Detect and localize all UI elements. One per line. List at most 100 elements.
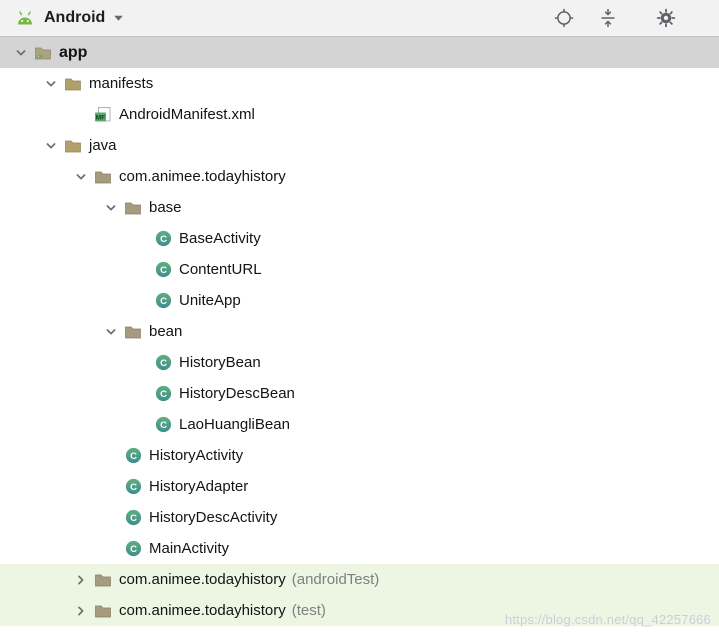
class-icon: C xyxy=(124,540,142,558)
node-label: bean xyxy=(149,316,182,347)
tree-row[interactable]: manifests xyxy=(0,68,719,99)
chevron-spacer xyxy=(98,448,124,464)
gear-icon xyxy=(656,8,676,28)
node-label: MainActivity xyxy=(149,533,229,564)
tree-row[interactable]: C MainActivity xyxy=(0,533,719,564)
chevron-down-icon[interactable] xyxy=(8,45,34,61)
target-icon xyxy=(554,8,574,28)
tree-row[interactable]: app xyxy=(0,37,719,68)
node-label: UniteApp xyxy=(179,285,241,316)
class-icon: C xyxy=(124,509,142,527)
node-label: ContentURL xyxy=(179,254,262,285)
tree-row[interactable]: C HistoryAdapter xyxy=(0,471,719,502)
collapse-all-icon xyxy=(598,8,618,28)
tree-row[interactable]: C HistoryActivity xyxy=(0,440,719,471)
class-icon: C xyxy=(154,354,172,372)
chevron-spacer xyxy=(128,417,154,433)
settings-button[interactable] xyxy=(653,5,679,31)
tree-row[interactable]: C ContentURL xyxy=(0,254,719,285)
node-label: HistoryAdapter xyxy=(149,471,248,502)
node-label: HistoryBean xyxy=(179,347,261,378)
node-label: java xyxy=(89,130,117,161)
node-label: HistoryActivity xyxy=(149,440,243,471)
class-icon: C xyxy=(124,447,142,465)
node-suffix: (test) xyxy=(292,602,326,619)
package-icon xyxy=(94,602,112,620)
svg-text:C: C xyxy=(160,420,167,431)
class-icon: C xyxy=(154,292,172,310)
svg-text:C: C xyxy=(130,482,137,493)
svg-text:C: C xyxy=(160,234,167,245)
tree-row[interactable]: C UniteApp xyxy=(0,285,719,316)
node-label: BaseActivity xyxy=(179,223,261,254)
package-icon xyxy=(94,168,112,186)
node-label: com.animee.todayhistory xyxy=(119,595,286,626)
svg-text:C: C xyxy=(130,513,137,524)
node-label: manifests xyxy=(89,68,153,99)
chevron-spacer xyxy=(128,262,154,278)
node-label: com.animee.todayhistory xyxy=(119,564,286,595)
chevron-spacer xyxy=(68,107,94,123)
manifest-file-icon: MF xyxy=(94,106,112,124)
package-icon xyxy=(124,323,142,341)
tree-row[interactable]: java xyxy=(0,130,719,161)
chevron-spacer xyxy=(98,479,124,495)
folder-icon xyxy=(64,137,82,155)
chevron-right-icon[interactable] xyxy=(68,572,94,588)
view-selector-label: Android xyxy=(44,9,105,27)
chevron-down-icon[interactable] xyxy=(38,76,64,92)
class-icon: C xyxy=(124,478,142,496)
tree-row[interactable]: C BaseActivity xyxy=(0,223,719,254)
collapse-all-button[interactable] xyxy=(595,5,621,31)
tree-row[interactable]: C HistoryDescActivity xyxy=(0,502,719,533)
node-label: com.animee.todayhistory xyxy=(119,161,286,192)
project-toolbar: Android xyxy=(0,0,719,37)
class-icon: C xyxy=(154,230,172,248)
tree-row[interactable]: base xyxy=(0,192,719,223)
toolbar-actions xyxy=(551,5,709,31)
tree-row[interactable]: bean xyxy=(0,316,719,347)
chevron-spacer xyxy=(128,355,154,371)
node-label: AndroidManifest.xml xyxy=(119,99,255,130)
android-logo-icon xyxy=(14,10,36,27)
package-icon xyxy=(124,199,142,217)
class-icon: C xyxy=(154,416,172,434)
tree-row[interactable]: CLaoHuangliBean xyxy=(0,409,719,440)
chevron-spacer xyxy=(128,231,154,247)
svg-text:C: C xyxy=(130,451,137,462)
svg-text:C: C xyxy=(160,389,167,400)
tree-row[interactable]: MF AndroidManifest.xml xyxy=(0,99,719,130)
chevron-down-icon[interactable] xyxy=(98,200,124,216)
tree-row[interactable]: CHistoryDescBean xyxy=(0,378,719,409)
svg-text:MF: MF xyxy=(96,114,105,121)
svg-text:C: C xyxy=(160,358,167,369)
chevron-spacer xyxy=(128,293,154,309)
chevron-down-icon[interactable] xyxy=(98,324,124,340)
tree-row[interactable]: C HistoryBean xyxy=(0,347,719,378)
node-label: app xyxy=(59,37,87,68)
locate-file-button[interactable] xyxy=(551,5,577,31)
chevron-right-icon[interactable] xyxy=(68,603,94,619)
tree-row[interactable]: com.animee.todayhistory xyxy=(0,161,719,192)
chevron-down-icon[interactable] xyxy=(68,169,94,185)
node-label: base xyxy=(149,192,182,223)
chevron-spacer xyxy=(98,541,124,557)
package-icon xyxy=(94,571,112,589)
chevron-spacer xyxy=(128,386,154,402)
chevron-down-icon[interactable] xyxy=(38,138,64,154)
svg-text:C: C xyxy=(160,265,167,276)
project-view-selector[interactable]: Android xyxy=(10,7,128,29)
chevron-down-icon xyxy=(113,14,124,22)
class-icon: C xyxy=(154,261,172,279)
folder-app-icon xyxy=(34,44,52,62)
svg-text:C: C xyxy=(130,544,137,555)
android-studio-project-panel: Android xyxy=(0,0,719,632)
tree-row[interactable]: com.animee.todayhistory (androidTest) xyxy=(0,564,719,595)
folder-icon xyxy=(64,75,82,93)
svg-text:C: C xyxy=(160,296,167,307)
node-label: HistoryDescActivity xyxy=(149,502,277,533)
node-suffix: (androidTest) xyxy=(292,571,380,588)
chevron-spacer xyxy=(98,510,124,526)
tree-row[interactable]: com.animee.todayhistory (test) xyxy=(0,595,719,626)
project-tree: appmanifestsMFAndroidManifest.xmljavacom… xyxy=(0,37,719,626)
